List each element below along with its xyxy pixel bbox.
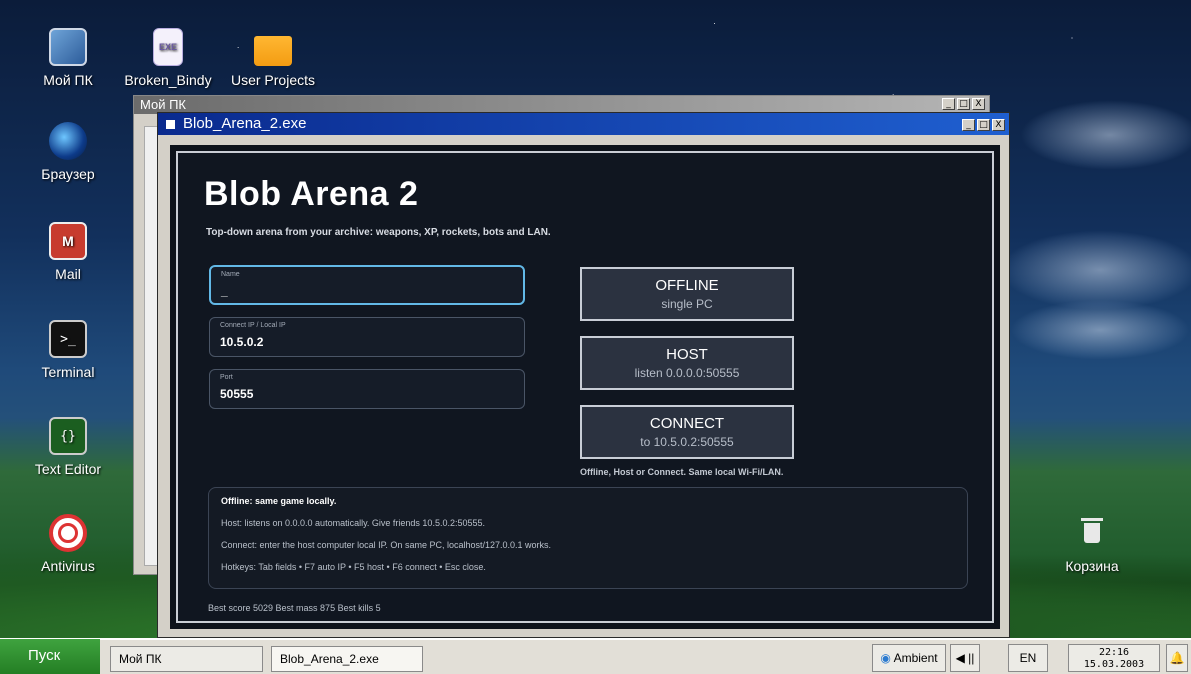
app-icon	[166, 119, 175, 129]
bell-icon: 🔔	[1169, 651, 1185, 665]
info-panel: Offline: same game locally. Host: listen…	[208, 487, 968, 589]
desktop-icon-antivirus[interactable]: Antivirus	[20, 514, 116, 574]
best-stats: Best score 5029 Best mass 875 Best kills…	[208, 603, 381, 613]
host-button[interactable]: HOST listen 0.0.0.0:50555	[580, 336, 794, 390]
ambient-icon: ◉	[880, 651, 891, 665]
info-line-offline: Offline: same game locally.	[221, 496, 337, 506]
desktop-icon-user-projects[interactable]: User Projects	[225, 28, 321, 88]
desktop-icon-label: Mail	[55, 266, 81, 282]
notification-button[interactable]: 🔔	[1166, 644, 1188, 672]
desktop-icon-my-pc[interactable]: Мой ПК	[20, 28, 116, 88]
start-button[interactable]: Пуск	[0, 639, 100, 674]
trash-icon	[1073, 514, 1111, 552]
port-field-label: Port	[220, 374, 233, 381]
close-button[interactable]: X	[972, 98, 985, 110]
antivirus-icon	[49, 514, 87, 552]
wallpaper-cloud	[1000, 230, 1191, 310]
exe-file-icon: EXE	[153, 28, 183, 66]
mode-hint: Offline, Host or Connect. Same local Wi-…	[580, 467, 784, 477]
desktop-icon-label: Broken_Bindy	[124, 72, 212, 88]
ip-field[interactable]: Connect IP / Local IP 10.5.0.2	[209, 317, 525, 357]
desktop-icon-terminal[interactable]: >_ Terminal	[20, 320, 116, 380]
desktop-icon-text-editor[interactable]: {} Text Editor	[20, 417, 116, 477]
name-field-value[interactable]: _	[221, 284, 513, 298]
volume-button[interactable]: ◀ ||	[950, 644, 980, 672]
game-menu: Blob Arena 2 Top-down arena from your ar…	[170, 145, 1000, 629]
window-title: Blob_Arena_2.exe	[183, 115, 307, 132]
port-field-value[interactable]: 50555	[220, 387, 514, 401]
minimize-button[interactable]: _	[962, 119, 975, 131]
minimize-button[interactable]: _	[942, 98, 955, 110]
terminal-icon: >_	[49, 320, 87, 358]
port-field[interactable]: Port 50555	[209, 369, 525, 409]
desktop-icon-label: Мой ПК	[43, 72, 93, 88]
clock[interactable]: 22:16 15.03.2003	[1068, 644, 1160, 672]
taskbar: Пуск Мой ПК Blob_Arena_2.exe ◉ Ambient ◀…	[0, 638, 1191, 674]
offline-button[interactable]: OFFLINE single PC	[580, 267, 794, 321]
desktop-icon-broken-bindy[interactable]: EXE Broken_Bindy	[120, 28, 216, 88]
info-line-hotkeys: Hotkeys: Tab fields • F7 auto IP • F5 ho…	[221, 562, 486, 572]
taskbar-item-blob-arena[interactable]: Blob_Arena_2.exe	[271, 646, 423, 672]
game-subtitle: Top-down arena from your archive: weapon…	[206, 227, 551, 238]
computer-icon	[49, 28, 87, 66]
offline-button-sublabel: single PC	[661, 297, 713, 311]
ambient-label: Ambient	[893, 651, 938, 665]
desktop-icon-trash[interactable]: Корзина	[1044, 514, 1140, 574]
blob-arena-titlebar[interactable]: Blob_Arena_2.exe _ □ X	[158, 113, 1009, 135]
name-field[interactable]: Name _	[209, 265, 525, 305]
desktop-icon-browser[interactable]: Браузер	[20, 122, 116, 182]
game-title: Blob Arena 2	[204, 175, 419, 213]
browser-icon	[49, 122, 87, 160]
desktop-icon-label: User Projects	[230, 72, 316, 88]
desktop-icon-label: Браузер	[41, 166, 95, 182]
info-line-host: Host: listens on 0.0.0.0 automatically. …	[221, 518, 485, 528]
connect-button-sublabel: to 10.5.0.2:50555	[640, 435, 734, 449]
info-line-connect: Connect: enter the host computer local I…	[221, 540, 552, 550]
text-editor-icon: {}	[49, 417, 87, 455]
desktop-icon-label: Terminal	[41, 364, 95, 380]
clock-date: 15.03.2003	[1083, 659, 1145, 670]
host-button-label: HOST	[666, 346, 708, 363]
desktop-icon-mail[interactable]: M Mail	[20, 222, 116, 282]
close-button[interactable]: X	[992, 119, 1005, 131]
connect-button-label: CONNECT	[649, 415, 725, 432]
maximize-button[interactable]: □	[977, 119, 990, 131]
language-indicator[interactable]: EN	[1008, 644, 1048, 672]
blob-arena-window[interactable]: Blob_Arena_2.exe _ □ X Blob Arena 2 Top-…	[157, 112, 1010, 638]
my-pc-sidebar	[144, 126, 158, 566]
ambient-button[interactable]: ◉ Ambient	[872, 644, 946, 672]
desktop-icon-label: Text Editor	[34, 461, 102, 477]
mail-icon: M	[49, 222, 87, 260]
ip-field-value[interactable]: 10.5.0.2	[220, 335, 514, 349]
maximize-button[interactable]: □	[957, 98, 970, 110]
taskbar-item-my-pc[interactable]: Мой ПК	[110, 646, 263, 672]
name-field-label: Name	[221, 271, 240, 278]
desktop-icon-label: Корзина	[1065, 558, 1119, 574]
folder-icon	[254, 36, 292, 66]
wallpaper-cloud	[1010, 300, 1190, 360]
ip-field-label: Connect IP / Local IP	[220, 322, 286, 329]
desktop-icon-label: Antivirus	[41, 558, 95, 574]
wallpaper-cloud	[1020, 100, 1191, 170]
offline-button-label: OFFLINE	[655, 277, 719, 294]
clock-time: 22:16	[1098, 647, 1130, 658]
host-button-sublabel: listen 0.0.0.0:50555	[634, 366, 740, 380]
connect-button[interactable]: CONNECT to 10.5.0.2:50555	[580, 405, 794, 459]
